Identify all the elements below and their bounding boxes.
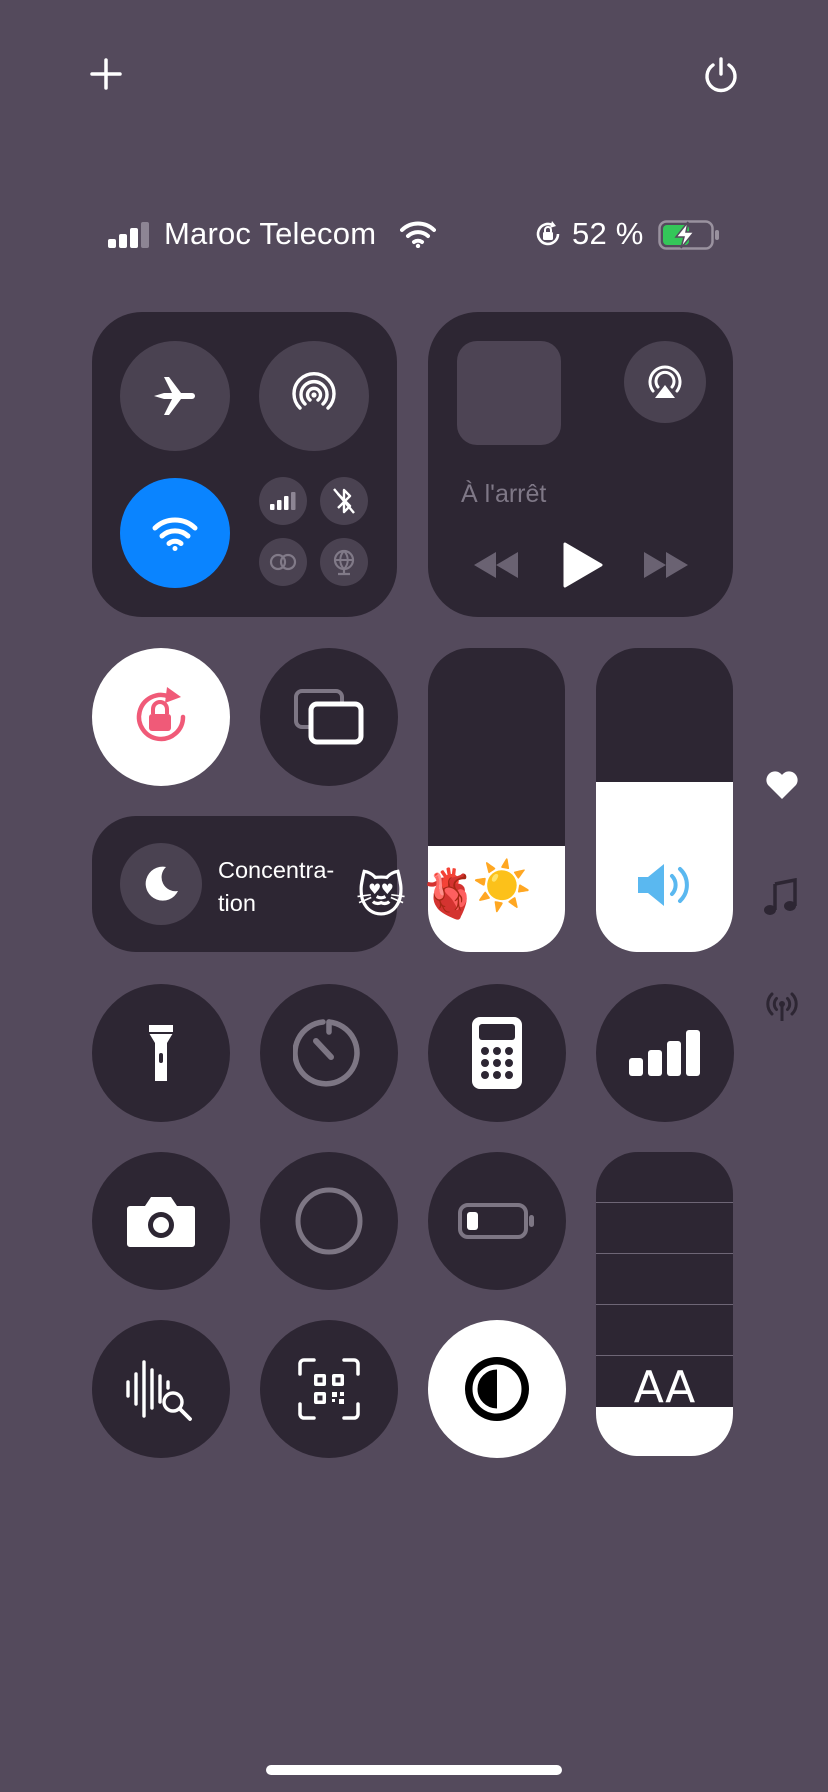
airplane-mode-toggle[interactable] bbox=[120, 341, 230, 451]
text-size-fill bbox=[596, 1407, 733, 1456]
airplay-icon bbox=[648, 365, 682, 398]
plus-icon bbox=[90, 58, 122, 90]
battery-icon bbox=[458, 1203, 534, 1239]
airdrop-icon bbox=[292, 372, 336, 410]
heart-icon bbox=[766, 771, 798, 799]
battery-percent: 52 % bbox=[572, 216, 644, 251]
fast-forward-icon[interactable] bbox=[642, 550, 690, 580]
airdrop-toggle[interactable] bbox=[259, 341, 369, 451]
globe-icon bbox=[333, 549, 355, 576]
text-size-step bbox=[596, 1355, 733, 1356]
low-power-mode-button[interactable] bbox=[428, 1152, 566, 1290]
text-size-step bbox=[596, 1304, 733, 1305]
wifi-icon bbox=[152, 517, 198, 551]
text-size-slider[interactable]: AA bbox=[596, 1152, 733, 1456]
vpn-toggle[interactable] bbox=[320, 538, 368, 586]
moon-icon bbox=[145, 866, 178, 901]
album-artwork bbox=[457, 341, 561, 445]
bluetooth-off-icon bbox=[333, 488, 355, 514]
flashlight-icon bbox=[149, 1025, 173, 1081]
timer-icon bbox=[293, 1019, 360, 1087]
play-icon[interactable] bbox=[561, 542, 603, 588]
focus-label-line2: tion bbox=[218, 890, 256, 916]
screen-mirroring-button[interactable] bbox=[260, 648, 398, 786]
cellular-signal-icon bbox=[108, 222, 149, 248]
timer-button[interactable] bbox=[260, 984, 398, 1122]
wifi-toggle[interactable] bbox=[120, 478, 230, 588]
wifi-icon bbox=[400, 221, 436, 248]
media-status: À l'arrêt bbox=[461, 480, 547, 508]
heart-emoji: 🫀 bbox=[420, 866, 480, 922]
rewind-icon[interactable] bbox=[472, 550, 520, 580]
home-indicator[interactable] bbox=[266, 1765, 562, 1775]
rotation-lock-icon bbox=[136, 687, 186, 742]
power-icon bbox=[705, 57, 737, 93]
sound-search-icon bbox=[126, 1360, 192, 1421]
airplay-button[interactable] bbox=[624, 341, 706, 423]
status-bar: Maroc Telecom 52 % bbox=[106, 214, 726, 254]
volume-slider[interactable] bbox=[596, 648, 733, 952]
connectivity-module bbox=[92, 312, 397, 617]
code-scanner-button[interactable] bbox=[260, 1320, 398, 1458]
now-playing-module: À l'arrêt bbox=[428, 312, 733, 617]
dark-mode-icon bbox=[465, 1357, 529, 1421]
add-button[interactable] bbox=[88, 56, 124, 92]
signal-bars-icon bbox=[629, 1030, 700, 1076]
qr-code-icon bbox=[298, 1358, 360, 1420]
text-size-icon: AA bbox=[596, 1362, 733, 1413]
power-button[interactable] bbox=[702, 56, 740, 94]
focus-label: Concentra- tion bbox=[218, 854, 334, 920]
focus-button[interactable]: Concentra- tion bbox=[92, 816, 397, 952]
text-size-label: AA bbox=[633, 1362, 696, 1413]
orientation-lock-toggle[interactable] bbox=[92, 648, 230, 786]
battery-charging-icon bbox=[658, 220, 719, 250]
rotation-lock-status-icon bbox=[536, 221, 560, 246]
cellular-data-button[interactable] bbox=[596, 984, 734, 1122]
antenna-icon bbox=[766, 992, 798, 1021]
screen-mirroring-icon bbox=[294, 689, 364, 745]
music-note-icon bbox=[764, 878, 797, 915]
record-icon bbox=[295, 1187, 363, 1255]
link-icon bbox=[269, 553, 297, 571]
calculator-icon bbox=[472, 1017, 522, 1089]
screen-recording-button[interactable] bbox=[260, 1152, 398, 1290]
text-size-step bbox=[596, 1253, 733, 1254]
cat-emoji: 😻 bbox=[356, 868, 407, 924]
camera-icon bbox=[127, 1197, 195, 1247]
dark-mode-button[interactable] bbox=[428, 1320, 566, 1458]
airplane-icon bbox=[154, 377, 195, 415]
cellular-bars-icon bbox=[270, 492, 296, 510]
cellular-data-toggle[interactable] bbox=[259, 477, 307, 525]
speaker-icon bbox=[638, 864, 689, 906]
hotspot-toggle[interactable] bbox=[259, 538, 307, 586]
focus-icon-circle bbox=[120, 843, 202, 925]
flashlight-button[interactable] bbox=[92, 984, 230, 1122]
focus-label-line1: Concentra- bbox=[218, 857, 335, 883]
sun-emoji: ☀️ bbox=[472, 858, 532, 914]
calculator-button[interactable] bbox=[428, 984, 566, 1122]
text-size-step bbox=[596, 1202, 733, 1203]
bluetooth-toggle[interactable] bbox=[320, 477, 368, 525]
carrier-name: Maroc Telecom bbox=[164, 216, 377, 251]
sound-recognition-button[interactable] bbox=[92, 1320, 230, 1458]
camera-button[interactable] bbox=[92, 1152, 230, 1290]
